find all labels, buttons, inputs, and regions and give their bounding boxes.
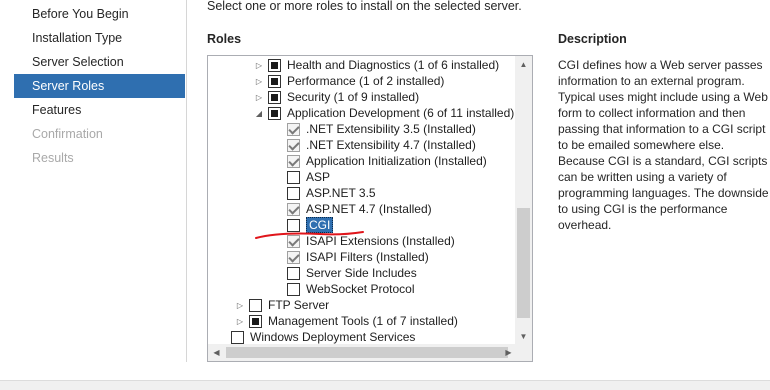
tree-item-isapi-extensions[interactable]: ISAPI Extensions (Installed) [287, 233, 455, 249]
scroll-up-icon[interactable]: ▲ [515, 56, 532, 73]
tree-item-label: WebSocket Protocol [306, 282, 415, 296]
tree-item-label: Security (1 of 9 installed) [287, 90, 420, 104]
tree-checkbox[interactable] [287, 218, 300, 232]
tree-item-isapi-filters[interactable]: ISAPI Filters (Installed) [287, 249, 429, 265]
wizard-footer [0, 380, 770, 390]
tree-item-net-ext-35[interactable]: .NET Extensibility 3.5 (Installed) [287, 121, 476, 137]
roles-heading: Roles [207, 32, 242, 46]
instruction-text: Select one or more roles to install on t… [207, 0, 522, 13]
tree-item-label: Server Side Includes [306, 266, 417, 280]
nav-item-results: Results [32, 151, 74, 165]
tree-checkbox[interactable] [231, 330, 244, 344]
nav-item-installation-type[interactable]: Installation Type [14, 26, 185, 50]
horizontal-scrollbar[interactable]: ◀ ▶ [208, 344, 517, 361]
expand-expanded-icon[interactable]: ◢ [254, 105, 264, 121]
tree-item-server-side-includes[interactable]: Server Side Includes [287, 265, 417, 281]
tree-item-label: Performance (1 of 2 installed) [287, 74, 445, 88]
horizontal-scroll-thumb[interactable] [226, 347, 508, 358]
nav-item-server-roles[interactable]: Server Roles [14, 74, 185, 98]
tree-item-cgi[interactable]: CGI [287, 217, 334, 233]
expand-collapsed-icon[interactable]: ▷ [254, 57, 264, 73]
tree-item-label: .NET Extensibility 4.7 (Installed) [306, 138, 476, 152]
tree-checkbox[interactable] [268, 90, 281, 104]
expand-collapsed-icon[interactable]: ▷ [254, 73, 264, 89]
tree-checkbox[interactable] [268, 74, 281, 88]
tree-item-label: Health and Diagnostics (1 of 6 installed… [287, 58, 500, 72]
description-heading: Description [558, 32, 627, 46]
tree-item-label: FTP Server [268, 298, 330, 312]
tree-item-app-initialization[interactable]: Application Initialization (Installed) [287, 153, 487, 169]
tree-item-label: Application Development (6 of 11 install… [287, 106, 515, 120]
tree-item-label: ISAPI Extensions (Installed) [306, 234, 455, 248]
tree-checkbox [287, 234, 300, 248]
tree-checkbox [287, 122, 300, 136]
tree-item-label: Application Initialization (Installed) [306, 154, 487, 168]
expand-collapsed-icon[interactable]: ▷ [235, 297, 245, 313]
tree-checkbox[interactable] [287, 186, 300, 200]
vertical-scrollbar[interactable]: ▲ ▼ [515, 56, 532, 345]
tree-checkbox[interactable] [268, 106, 281, 120]
tree-item-asp[interactable]: ASP [287, 169, 330, 185]
tree-item-label: .NET Extensibility 3.5 (Installed) [306, 122, 476, 136]
scrollbar-corner [515, 344, 532, 361]
tree-checkbox [287, 138, 300, 152]
tree-item-ftp-server[interactable]: ▷ FTP Server [235, 297, 329, 313]
scroll-left-icon[interactable]: ◀ [208, 344, 225, 361]
roles-tree-rows: ▷ Health and Diagnostics (1 of 6 install… [208, 56, 517, 345]
scroll-down-icon[interactable]: ▼ [515, 328, 532, 345]
tree-checkbox[interactable] [249, 298, 262, 312]
tree-item-net-ext-47[interactable]: .NET Extensibility 4.7 (Installed) [287, 137, 476, 153]
tree-item-management-tools[interactable]: ▷ Management Tools (1 of 7 installed) [235, 313, 458, 329]
tree-checkbox[interactable] [287, 282, 300, 296]
nav-item-before-you-begin[interactable]: Before You Begin [14, 2, 185, 26]
nav-item-features[interactable]: Features [14, 98, 185, 122]
tree-item-label: ISAPI Filters (Installed) [306, 250, 429, 264]
nav-item-confirmation: Confirmation [32, 127, 103, 141]
tree-item-label: ASP [306, 170, 331, 184]
tree-checkbox[interactable] [268, 58, 281, 72]
tree-item-security[interactable]: ▷ Security (1 of 9 installed) [254, 89, 419, 105]
tree-checkbox[interactable] [249, 314, 262, 328]
tree-item-label: ASP.NET 3.5 [306, 186, 376, 200]
tree-item-websocket-protocol[interactable]: WebSocket Protocol [287, 281, 415, 297]
tree-item-health-diagnostics[interactable]: ▷ Health and Diagnostics (1 of 6 install… [254, 57, 499, 73]
tree-item-application-development[interactable]: ◢ Application Development (6 of 11 insta… [254, 105, 514, 121]
tree-item-windows-deployment-services[interactable]: Windows Deployment Services [231, 329, 415, 345]
tree-checkbox [287, 250, 300, 264]
tree-item-performance[interactable]: ▷ Performance (1 of 2 installed) [254, 73, 444, 89]
tree-item-label: ASP.NET 4.7 (Installed) [306, 202, 432, 216]
tree-item-aspnet-35[interactable]: ASP.NET 3.5 [287, 185, 376, 201]
roles-tree[interactable]: ▷ Health and Diagnostics (1 of 6 install… [207, 55, 533, 362]
wizard-nav: Before You Begin Installation Type Serve… [0, 0, 187, 362]
tree-checkbox [287, 202, 300, 216]
tree-checkbox[interactable] [287, 170, 300, 184]
tree-item-aspnet-47[interactable]: ASP.NET 4.7 (Installed) [287, 201, 432, 217]
tree-checkbox[interactable] [287, 266, 300, 280]
description-text: CGI defines how a Web server passes info… [558, 58, 769, 232]
tree-item-label: CGI [306, 217, 334, 233]
nav-item-server-selection[interactable]: Server Selection [14, 50, 185, 74]
expand-collapsed-icon[interactable]: ▷ [254, 89, 264, 105]
tree-item-label: Management Tools (1 of 7 installed) [268, 314, 458, 328]
tree-item-label: Windows Deployment Services [250, 330, 416, 344]
vertical-scroll-thumb[interactable] [517, 208, 530, 318]
tree-checkbox [287, 154, 300, 168]
expand-collapsed-icon[interactable]: ▷ [235, 313, 245, 329]
